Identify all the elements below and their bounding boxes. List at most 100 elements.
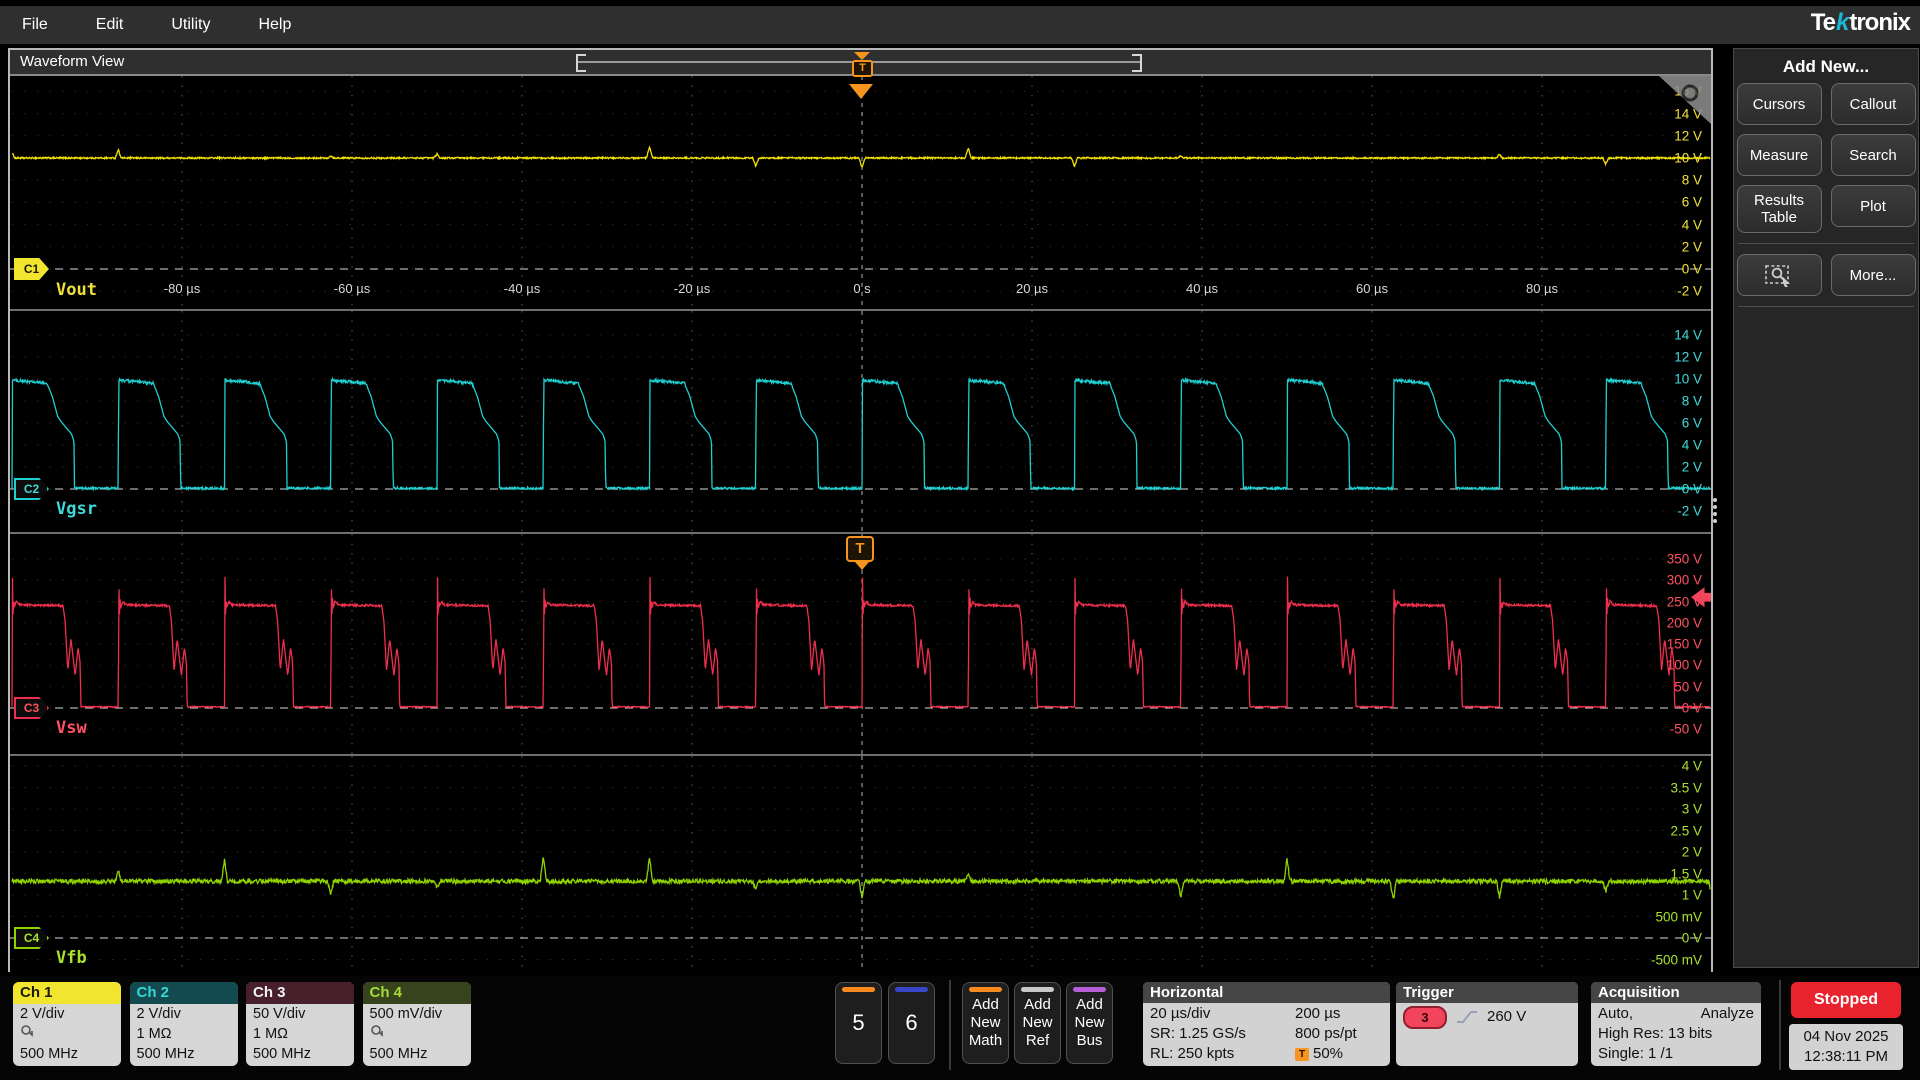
rising-edge-icon: [1455, 1008, 1479, 1026]
waveform-view-titlebar: Waveform View T: [10, 50, 1711, 76]
trigger-level-value: 260 V: [1487, 1004, 1526, 1030]
minimap-left-bracket: [576, 54, 586, 72]
add-new-search-button[interactable]: Search: [1831, 134, 1916, 176]
add-new-callout-button[interactable]: Callout: [1831, 83, 1916, 125]
scale-label: 2 V: [1682, 460, 1702, 475]
menu-utility[interactable]: Utility: [171, 16, 210, 34]
scale-label: 6 V: [1682, 195, 1702, 210]
scale-label: 150 V: [1667, 637, 1702, 652]
channel-badge-body: 2 V/div500 MHz: [13, 1004, 121, 1064]
bottom-settings-bar: Ch 12 V/div500 MHzCh 22 V/div1 MΩ500 MHz…: [0, 976, 1920, 1080]
add-new-measure-button[interactable]: Measure: [1737, 134, 1822, 176]
channel-1-slice[interactable]: 16 V14 V12 V10 V8 V6 V4 V2 V0 V-2 VC1Vou…: [10, 76, 1711, 309]
channel-coupling: 1 MΩ: [253, 1024, 347, 1044]
horizontal-value: 20 µs/div: [1150, 1004, 1295, 1024]
scale-label: 1.5 V: [1670, 866, 1702, 881]
channel-badge-2[interactable]: Ch 22 V/div1 MΩ500 MHz: [130, 982, 238, 1066]
run-state-badge[interactable]: Stopped: [1791, 982, 1901, 1018]
horizontal-value-text: 50%: [1313, 1044, 1343, 1064]
channel-5-button[interactable]: 5: [835, 982, 882, 1064]
scale-label: 3 V: [1682, 802, 1702, 817]
channel-badge-body: 2 V/div1 MΩ500 MHz: [130, 1004, 238, 1064]
trigger-panel-title: Trigger: [1396, 982, 1578, 1003]
menu-bar: File Edit Utility Help Tektronix: [0, 6, 1920, 44]
scale-label: 0 V: [1682, 262, 1702, 277]
scale-label: 2.5 V: [1670, 823, 1702, 838]
channel-badge-4[interactable]: Ch 4500 mV/div500 MHz: [363, 982, 471, 1066]
scale-label: 3.5 V: [1670, 780, 1702, 795]
add-new-results-table-button[interactable]: Results Table: [1737, 185, 1822, 233]
scale-label: 10 V: [1674, 372, 1702, 387]
scale-label: 4 V: [1682, 759, 1702, 774]
add-new-math-button[interactable]: AddNewMath: [962, 982, 1009, 1064]
horizontal-value: RL: 250 kpts: [1150, 1044, 1295, 1064]
scale-label: 14 V: [1674, 328, 1702, 343]
horizontal-value: 200 µs: [1295, 1004, 1383, 1024]
time-tick-label: 60 µs: [1356, 281, 1388, 296]
scale-label: 200 V: [1667, 615, 1702, 630]
trigger-position-marker-icon[interactable]: [849, 84, 873, 99]
acq-resolution: High Res: 13 bits: [1598, 1024, 1754, 1044]
scale-label: 350 V: [1667, 551, 1702, 566]
add-new-ref-button[interactable]: AddNewRef: [1014, 982, 1061, 1064]
channel-vdiv: 2 V/div: [137, 1004, 231, 1024]
add-new-plot-button[interactable]: Plot: [1831, 185, 1916, 227]
channel-3-slice[interactable]: 350 V300 V250 V200 V150 V100 V50 V0 V-50…: [10, 532, 1711, 754]
channel-4-waveform-svg: [10, 756, 1711, 972]
menu-edit[interactable]: Edit: [96, 16, 124, 34]
scale-label: 1 V: [1682, 888, 1702, 903]
acquisition-panel[interactable]: Acquisition Auto,Analyze High Res: 13 bi…: [1591, 982, 1761, 1066]
bottombar-divider: [949, 980, 951, 1070]
trigger-source-flag-icon[interactable]: T: [846, 536, 874, 562]
horizontal-value: T50%: [1295, 1044, 1383, 1064]
horizontal-row: RL: 250 kptsT50%: [1150, 1044, 1383, 1064]
channel-bandwidth: 500 MHz: [137, 1044, 231, 1064]
channel-badge-3[interactable]: Ch 350 V/div1 MΩ500 MHz: [246, 982, 354, 1066]
add-new-bus-button[interactable]: AddNewBus: [1066, 982, 1113, 1064]
horizontal-panel[interactable]: Horizontal 20 µs/div200 µsSR: 1.25 GS/s8…: [1143, 982, 1390, 1066]
add-new-sidebar: Add New... CursorsCalloutMeasureSearchRe…: [1733, 48, 1919, 968]
channel-2-slice[interactable]: 14 V12 V10 V8 V6 V4 V2 V0 V-2 VC2Vgsr: [10, 309, 1711, 532]
scale-label: 0 V: [1682, 482, 1702, 497]
acq-mode: Auto,: [1598, 1004, 1701, 1024]
channel-badge-1[interactable]: Ch 12 V/div500 MHz: [13, 982, 121, 1066]
scale-label: 8 V: [1682, 173, 1702, 188]
trigger-position-flag-icon[interactable]: T: [852, 60, 873, 77]
acq-analyze: Analyze: [1701, 1004, 1754, 1024]
channel-4-slice[interactable]: 4 V3.5 V3 V2.5 V2 V1.5 V1 V500 mV0 V-500…: [10, 754, 1711, 972]
add-new-cursors-button[interactable]: Cursors: [1737, 83, 1822, 125]
bottombar-divider: [1779, 980, 1781, 1070]
sidebar-separator: [1738, 243, 1914, 244]
channel-bandwidth: 500 MHz: [253, 1044, 347, 1064]
graticule-area[interactable]: 16 V14 V12 V10 V8 V6 V4 V2 V0 V-2 VC1Vou…: [10, 76, 1711, 972]
scale-label: 2 V: [1682, 845, 1702, 860]
menu-file[interactable]: File: [22, 16, 48, 34]
zoom-select-button[interactable]: [1737, 254, 1822, 296]
scale-label: 12 V: [1674, 128, 1702, 143]
channel-badge-body: 50 V/div1 MΩ500 MHz: [246, 1004, 354, 1064]
channel-badge-body: 500 mV/div 500 MHz: [363, 1004, 471, 1064]
scale-label: 500 mV: [1655, 909, 1702, 924]
channel-coupling: 1 MΩ: [137, 1024, 231, 1044]
menu-help[interactable]: Help: [258, 16, 291, 34]
trigger-source-badge: 3: [1403, 1006, 1447, 1029]
scale-label: 300 V: [1667, 573, 1702, 588]
channel-bandwidth: 500 MHz: [370, 1044, 464, 1064]
splitter-drag-handle[interactable]: [1713, 495, 1719, 526]
menu-items: File Edit Utility Help: [22, 6, 291, 44]
waveform-view: Waveform View T 16 V14 V12 V10 V8 V6 V4 …: [8, 48, 1713, 972]
trigger-position-triangle-icon[interactable]: [854, 52, 870, 60]
waveform-name-label: Vout: [56, 280, 97, 300]
scale-label: 10 V: [1674, 151, 1702, 166]
acq-single: Single: 1 /1: [1598, 1044, 1754, 1064]
trigger-panel[interactable]: Trigger 3 260 V: [1396, 982, 1578, 1066]
channel-vdiv: 500 mV/div: [370, 1004, 464, 1024]
channel-6-button[interactable]: 6: [888, 982, 935, 1064]
more-button[interactable]: More...: [1831, 254, 1916, 296]
add-new-title: Add New...: [1734, 57, 1918, 77]
zoom-select-icon: [1764, 263, 1794, 287]
time-tick-label: -60 µs: [334, 281, 370, 296]
tektronix-logo: Tektronix: [1811, 9, 1910, 37]
scale-label: 4 V: [1682, 438, 1702, 453]
time-tick-label: 0 s: [853, 281, 870, 296]
